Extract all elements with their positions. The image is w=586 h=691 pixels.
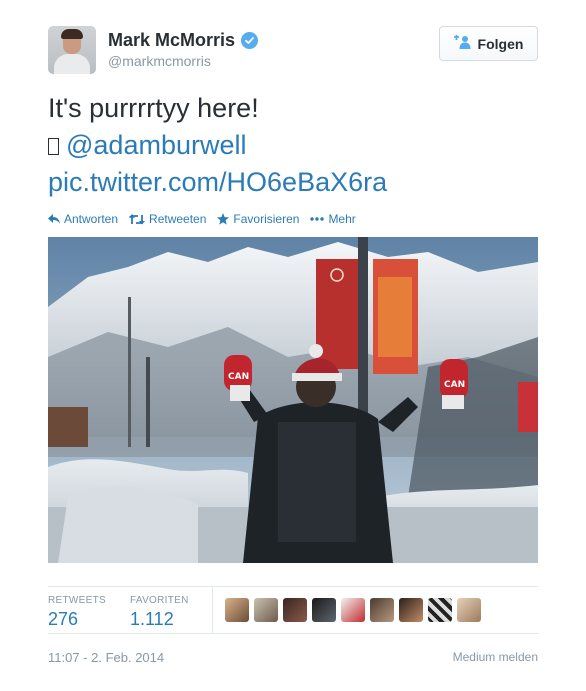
- reply-label: Antworten: [64, 212, 119, 226]
- retweets-count[interactable]: 276: [48, 609, 106, 630]
- favoriter-avatar[interactable]: [312, 598, 336, 622]
- avatar-body: [54, 54, 90, 74]
- retweets-stat[interactable]: RETWEETS 276: [48, 595, 106, 630]
- favoriter-avatar[interactable]: [370, 598, 394, 622]
- tweet-footer: 11:07 - 2. Feb. 2014 Medium melden: [48, 650, 538, 665]
- favoriter-avatar[interactable]: [457, 598, 481, 622]
- favorites-stat[interactable]: FAVORITEN 1.112: [130, 595, 189, 630]
- favoriter-avatar[interactable]: [399, 598, 423, 622]
- favoriter-avatar[interactable]: [341, 598, 365, 622]
- media-link[interactable]: pic.twitter.com/HO6eBaX6ra: [48, 164, 538, 201]
- favorite-label: Favorisieren: [233, 212, 300, 226]
- tweet-timestamp[interactable]: 11:07 - 2. Feb. 2014: [48, 650, 164, 665]
- user-name-row[interactable]: Mark McMorris: [108, 30, 259, 51]
- favorite-button[interactable]: Favorisieren: [217, 212, 299, 226]
- svg-text:CAN: CAN: [228, 372, 249, 382]
- retweet-button[interactable]: Retweeten: [129, 212, 206, 226]
- follow-person-plus-icon: [453, 35, 472, 52]
- more-dots-icon: [310, 217, 325, 221]
- user-avatar[interactable]: [48, 26, 96, 74]
- retweet-label: Retweeten: [149, 212, 207, 226]
- user-handle[interactable]: @markmcmorris: [108, 53, 211, 69]
- unsupported-emoji-icon: [48, 138, 59, 155]
- favoriter-avatar[interactable]: [254, 598, 278, 622]
- reply-button[interactable]: Antworten: [48, 212, 118, 226]
- tweet-stats: RETWEETS 276 FAVORITEN 1.112: [48, 586, 538, 634]
- favoriter-avatar[interactable]: [283, 598, 307, 622]
- tweet-mention-line: @adamburwell: [48, 127, 538, 164]
- favorites-label: FAVORITEN: [130, 595, 189, 606]
- favoriter-avatar[interactable]: [428, 598, 452, 622]
- avatar-hair: [61, 29, 83, 39]
- report-media-link[interactable]: Medium melden: [453, 650, 538, 665]
- user-name[interactable]: Mark McMorris: [108, 30, 235, 51]
- more-button[interactable]: Mehr: [310, 212, 356, 226]
- favoriter-avatar[interactable]: [225, 598, 249, 622]
- tweet-photo[interactable]: CAN CAN: [48, 237, 538, 563]
- verified-badge-icon: [241, 32, 259, 49]
- more-label: Mehr: [328, 212, 356, 226]
- favoriter-avatars: [225, 598, 481, 622]
- retweets-label: RETWEETS: [48, 595, 106, 606]
- tweet-card: Mark McMorris @markmcmorris Folgen It's …: [0, 0, 586, 691]
- tweet-actions: Antworten Retweeten Favorisieren Mehr: [48, 212, 356, 226]
- retweet-icon: [129, 213, 146, 224]
- tweet-line: It's purrrrtyy here!: [48, 93, 259, 123]
- favorites-count[interactable]: 1.112: [130, 609, 189, 630]
- svg-text:CAN: CAN: [444, 380, 465, 390]
- star-icon: [217, 213, 230, 225]
- follow-button[interactable]: Folgen: [439, 26, 538, 61]
- tweet-text: It's purrrrtyy here! @adamburwell pic.tw…: [48, 90, 538, 201]
- reply-icon: [48, 214, 60, 224]
- follow-label: Folgen: [477, 35, 524, 52]
- mention-link[interactable]: @adamburwell: [66, 130, 246, 160]
- stats-divider: [212, 587, 213, 634]
